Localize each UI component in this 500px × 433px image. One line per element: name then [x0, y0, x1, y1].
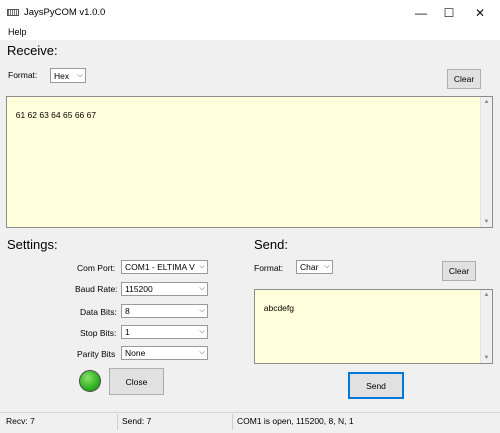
receive-format-value: Hex: [54, 70, 70, 81]
receive-textarea[interactable]: 61 62 63 64 65 66 67: [6, 96, 493, 228]
stop-bits-select[interactable]: 1 ⌵: [121, 325, 208, 339]
menu-help[interactable]: Help: [8, 27, 27, 37]
receive-clear-button[interactable]: Clear: [447, 69, 481, 89]
chevron-down-icon: ⌵: [199, 307, 205, 314]
receive-format-label: Format:: [8, 70, 38, 80]
baud-rate-label: Baud Rate:: [75, 284, 118, 294]
parity-bits-label: Parity Bits: [77, 349, 116, 359]
arrow-down-icon[interactable]: ▼: [481, 355, 492, 361]
send-title: Send:: [254, 237, 288, 252]
send-textarea[interactable]: abcdefg: [254, 289, 493, 364]
send-format-label: Format:: [254, 263, 284, 273]
com-port-label: Com Port:: [77, 263, 116, 273]
stop-bits-value: 1: [125, 327, 130, 337]
baud-rate-select[interactable]: 115200 ⌵: [121, 282, 208, 296]
window-title: JaysPyCOM v1.0.0: [24, 7, 106, 18]
serial-port-icon: [7, 9, 19, 16]
status-send: Send: 7: [122, 416, 152, 426]
chevron-down-icon: ⌵: [77, 71, 83, 79]
maximize-icon: ☐: [443, 6, 455, 20]
send-text: abcdefg: [263, 303, 294, 313]
send-button[interactable]: Send: [348, 372, 404, 399]
maximize-button[interactable]: ☐: [434, 0, 464, 26]
send-clear-button[interactable]: Clear: [442, 261, 476, 281]
receive-text: 61 62 63 64 65 66 67: [15, 110, 97, 120]
com-port-value: COM1 - ELTIMA V: [125, 262, 195, 272]
com-port-select[interactable]: COM1 - ELTIMA V ⌵: [121, 260, 208, 274]
status-divider: [117, 414, 118, 430]
parity-bits-select[interactable]: None ⌵: [121, 346, 208, 360]
receive-format-select[interactable]: Hex ⌵: [50, 68, 86, 83]
send-format-select[interactable]: Char ⌵: [296, 260, 333, 274]
receive-scrollbar[interactable]: ▲ ▼: [480, 97, 492, 227]
send-scrollbar[interactable]: ▲ ▼: [480, 290, 492, 363]
chevron-down-icon: ⌵: [199, 285, 205, 292]
data-bits-value: 8: [125, 306, 130, 316]
menu-bar: Help: [0, 26, 500, 40]
connection-status-led: [79, 370, 101, 392]
status-recv: Recv: 7: [6, 416, 35, 426]
close-icon: ✕: [474, 6, 486, 20]
status-divider: [232, 414, 233, 430]
close-window-button[interactable]: ✕: [465, 0, 495, 26]
chevron-down-icon: ⌵: [324, 263, 330, 270]
status-port: COM1 is open, 115200, 8, N, 1: [237, 416, 354, 426]
parity-bits-value: None: [125, 348, 146, 358]
arrow-up-icon[interactable]: ▲: [481, 292, 492, 298]
arrow-up-icon[interactable]: ▲: [481, 99, 492, 105]
chevron-down-icon: ⌵: [199, 328, 205, 335]
send-format-value: Char: [300, 262, 319, 272]
chevron-down-icon: ⌵: [199, 263, 205, 270]
receive-title: Receive:: [7, 43, 58, 58]
arrow-down-icon[interactable]: ▼: [481, 219, 492, 225]
data-bits-label: Data Bits:: [80, 307, 117, 317]
chevron-down-icon: ⌵: [199, 349, 205, 356]
minimize-icon: —: [415, 6, 427, 20]
settings-title: Settings:: [7, 237, 58, 252]
stop-bits-label: Stop Bits:: [80, 328, 117, 338]
close-port-button[interactable]: Close: [109, 368, 164, 395]
minimize-button[interactable]: —: [406, 0, 436, 26]
data-bits-select[interactable]: 8 ⌵: [121, 304, 208, 318]
baud-rate-value: 115200: [125, 284, 153, 294]
